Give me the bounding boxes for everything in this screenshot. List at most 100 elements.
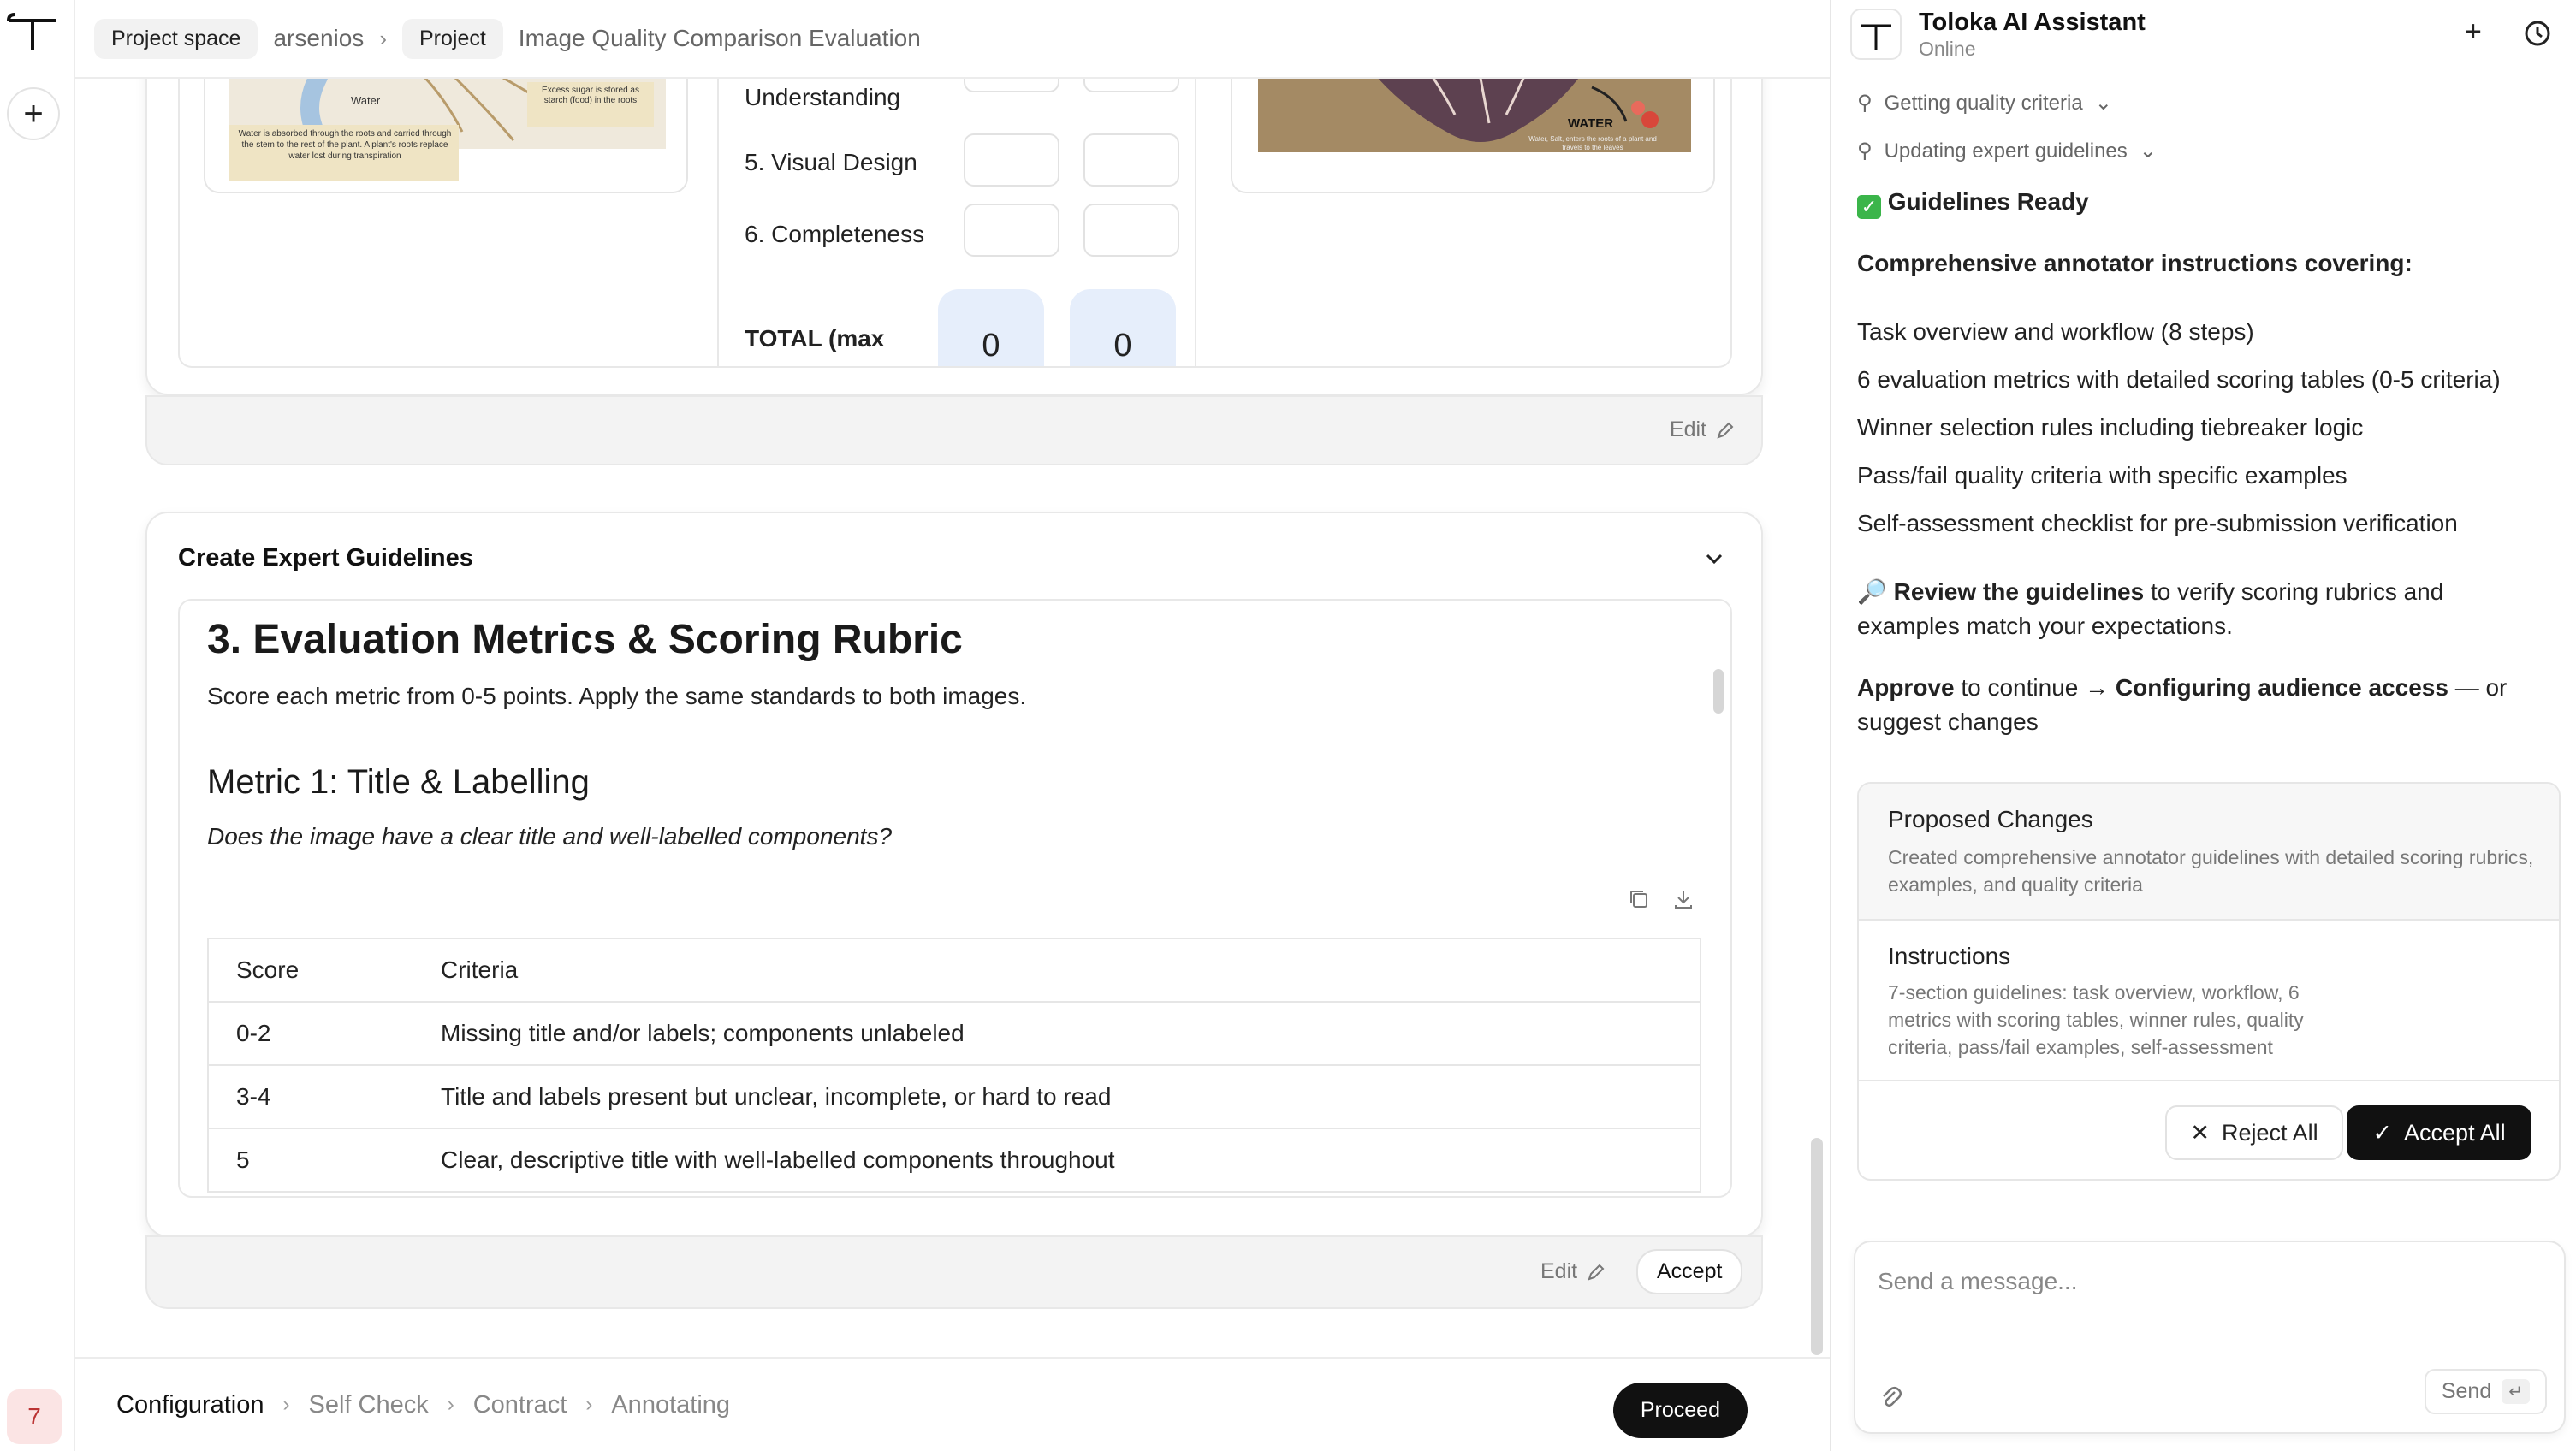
tool-call-label: Updating expert guidelines bbox=[1884, 139, 2128, 163]
accept-all-button[interactable]: ✓ Accept All bbox=[2347, 1105, 2531, 1160]
pencil-icon bbox=[1717, 422, 1734, 439]
chevron-right-icon: › bbox=[282, 1393, 290, 1416]
reject-all-button[interactable]: ✕ Reject All bbox=[2165, 1105, 2343, 1160]
review-message: 🔎 Review the guidelines to verify scorin… bbox=[1857, 575, 2542, 643]
approve-target: Configuring audience access bbox=[2115, 674, 2448, 701]
check-icon: ✓ bbox=[2372, 1119, 2393, 1146]
chevron-down-icon: ⌄ bbox=[2094, 92, 2112, 115]
chevron-right-icon: › bbox=[585, 1393, 593, 1416]
chevron-down-icon[interactable] bbox=[1701, 546, 1727, 572]
main-scrollbar[interactable] bbox=[1811, 1138, 1823, 1355]
toloka-logo-icon[interactable] bbox=[7, 12, 58, 51]
attach-icon[interactable] bbox=[1878, 1384, 1903, 1410]
guidelines-card: Create Expert Guidelines 3. Evaluation M… bbox=[145, 512, 1763, 1237]
image-a-caption-water: Water bbox=[351, 94, 381, 107]
left-rail: + 7 bbox=[0, 0, 75, 1451]
history-icon[interactable] bbox=[2523, 19, 2552, 48]
image-b-caption-small: Water, Salt, enters the roots of a plant… bbox=[1528, 135, 1657, 151]
image-a-frame: Water Excess sugar is stored as starch (… bbox=[204, 79, 688, 193]
score-input-b[interactable] bbox=[1083, 204, 1179, 257]
edit-label: Edit bbox=[1540, 1259, 1578, 1283]
guidelines-card-footer: Edit Accept bbox=[145, 1235, 1763, 1309]
table-row: 3-4 Title and labels present but unclear… bbox=[208, 1064, 1701, 1129]
column-header: Score bbox=[208, 938, 413, 1003]
score-input-a[interactable] bbox=[964, 133, 1059, 187]
check-icon: ✓ bbox=[1857, 195, 1881, 219]
table-cell: 3-4 bbox=[208, 1064, 413, 1129]
chevron-right-icon: › bbox=[447, 1393, 454, 1416]
instructions-change[interactable]: Instructions 7-section guidelines: task … bbox=[1859, 921, 2559, 1081]
comparison-inner: Water Excess sugar is stored as starch (… bbox=[178, 79, 1732, 368]
edit-button[interactable]: Edit bbox=[1540, 1259, 1606, 1284]
image-b-caption-water: WATER bbox=[1568, 116, 1614, 131]
metric-label: Understanding bbox=[745, 84, 901, 110]
image-b-frame: WATER Water, Salt, enters the roots of a… bbox=[1231, 79, 1715, 193]
assistant-panel: Toloka AI Assistant Online + ⚲ Getting q… bbox=[1830, 0, 2576, 1451]
step-self-check[interactable]: Self Check bbox=[309, 1391, 429, 1419]
send-button[interactable]: Send ↵ bbox=[2424, 1369, 2547, 1414]
proposed-changes-desc: Created comprehensive annotator guidelin… bbox=[1888, 846, 2534, 896]
guidelines-intro: Score each metric from 0-5 points. Apply… bbox=[207, 683, 1027, 709]
edit-button[interactable]: Edit bbox=[1670, 418, 1736, 442]
accept-all-label: Accept All bbox=[2404, 1119, 2506, 1146]
review-bold: Review the guidelines bbox=[1893, 578, 2145, 605]
breadcrumb-project[interactable]: Project bbox=[401, 18, 503, 59]
send-label: Send bbox=[2441, 1379, 2492, 1403]
bullet-item: Self-assessment checklist for pre-submis… bbox=[1857, 510, 2458, 536]
assistant-avatar bbox=[1850, 9, 1902, 60]
proceed-button[interactable]: Proceed bbox=[1612, 1383, 1748, 1438]
message-composer[interactable]: Send a message... Send ↵ bbox=[1854, 1241, 2566, 1434]
score-input-a[interactable] bbox=[964, 79, 1059, 92]
breadcrumb-user[interactable]: arsenios bbox=[273, 25, 364, 52]
assistant-header: Toloka AI Assistant Online + bbox=[1831, 0, 2576, 68]
table-cell: Missing title and/or labels; components … bbox=[413, 1001, 1701, 1066]
step-configuration[interactable]: Configuration bbox=[116, 1391, 264, 1419]
score-input-b[interactable] bbox=[1083, 133, 1179, 187]
total-label: TOTAL (max bbox=[745, 325, 885, 352]
page-title: Image Quality Comparison Evaluation bbox=[518, 25, 921, 51]
table-cell: Title and labels present but unclear, in… bbox=[413, 1064, 1701, 1129]
chevron-right-icon: › bbox=[379, 25, 387, 51]
instructions-change-title: Instructions bbox=[1888, 943, 2011, 969]
image-a-caption-sugar: Excess sugar is stored as starch (food) … bbox=[542, 86, 639, 105]
document-scrollbar[interactable] bbox=[1713, 669, 1724, 714]
score-input-a[interactable] bbox=[964, 204, 1059, 257]
new-chat-icon[interactable]: + bbox=[2465, 15, 2482, 49]
breadcrumb: Project space arsenios › Project Image Q… bbox=[75, 0, 1830, 79]
accept-button[interactable]: Accept bbox=[1636, 1249, 1743, 1294]
new-project-button[interactable]: + bbox=[7, 87, 60, 140]
download-icon[interactable] bbox=[1671, 886, 1696, 912]
magnifier-icon: 🔎 bbox=[1857, 578, 1887, 605]
notification-badge[interactable]: 7 bbox=[7, 1389, 62, 1444]
score-input-b[interactable] bbox=[1083, 79, 1179, 92]
proposed-changes-title: Proposed Changes bbox=[1888, 806, 2093, 832]
close-icon: ✕ bbox=[2190, 1119, 2211, 1146]
approve-bold: Approve bbox=[1857, 674, 1955, 701]
bullet-item: Winner selection rules including tiebrea… bbox=[1857, 414, 2364, 441]
bullet-item: Task overview and workflow (8 steps) bbox=[1857, 318, 2254, 345]
step-contract[interactable]: Contract bbox=[473, 1391, 567, 1419]
approve-message: Approve to continue → Configuring audien… bbox=[1857, 671, 2542, 739]
copy-icon[interactable] bbox=[1626, 886, 1652, 912]
proposed-changes-header: Proposed Changes Created comprehensive a… bbox=[1859, 784, 2559, 921]
guidelines-section-title: Create Expert Guidelines bbox=[178, 544, 473, 572]
table-cell: 0-2 bbox=[208, 1001, 413, 1066]
chevron-down-icon: ⌄ bbox=[2139, 139, 2157, 163]
instructions-heading: Comprehensive annotator instructions cov… bbox=[1857, 250, 2413, 276]
message-input[interactable]: Send a message... bbox=[1878, 1268, 2077, 1295]
guidelines-document: 3. Evaluation Metrics & Scoring Rubric S… bbox=[178, 599, 1732, 1198]
metrics-column: Understanding 5. Visual Design 6. Comple… bbox=[717, 79, 1196, 368]
guidelines-ready: ✓ Guidelines Ready bbox=[1857, 185, 2542, 219]
image-a-caption-absorbed: Water is absorbed through the roots and … bbox=[238, 129, 452, 161]
total-score-a: 0 bbox=[938, 289, 1044, 366]
toloka-logo-icon bbox=[1861, 24, 1891, 50]
table-header-row: Score Criteria bbox=[208, 938, 1701, 1003]
tool-call-expert-guidelines[interactable]: ⚲ Updating expert guidelines ⌄ bbox=[1857, 139, 2157, 163]
tool-call-quality-criteria[interactable]: ⚲ Getting quality criteria ⌄ bbox=[1857, 91, 2112, 115]
breadcrumb-project-space[interactable]: Project space bbox=[94, 18, 258, 59]
comparison-card: Water Excess sugar is stored as starch (… bbox=[145, 79, 1763, 395]
approve-mid: to continue → bbox=[1954, 674, 2116, 701]
step-annotating[interactable]: Annotating bbox=[611, 1391, 730, 1419]
column-header: Criteria bbox=[413, 938, 1701, 1003]
bullet-item: Pass/fail quality criteria with specific… bbox=[1857, 462, 2347, 489]
